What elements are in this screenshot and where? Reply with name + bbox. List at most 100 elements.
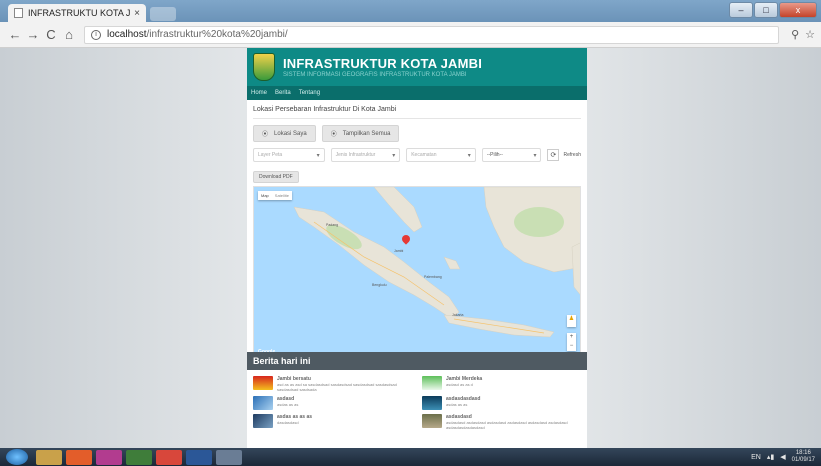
- explorer-icon[interactable]: [36, 449, 62, 465]
- url-field[interactable]: i localhost/infrastruktur%20kota%20jambi…: [84, 25, 780, 44]
- tab-title: INFRASTRUKTU KOTA JA: [28, 8, 131, 18]
- browser-tab-strip: INFRASTRUKTU KOTA JA × – □ x: [0, 0, 821, 22]
- minimize-button[interactable]: –: [729, 2, 753, 18]
- map-label-jambi: Jambi: [394, 249, 404, 253]
- language-indicator[interactable]: EN: [751, 454, 761, 461]
- news-item[interactable]: asdas as as as dasdasdasd: [253, 414, 412, 430]
- layer-select[interactable]: Layer Peta ▾: [253, 148, 325, 162]
- map-label-jakarta: Jakarta: [452, 313, 464, 317]
- nav-tentang[interactable]: Tentang: [299, 90, 320, 96]
- map-land: [293, 187, 580, 338]
- chevron-down-icon: ▾: [533, 152, 537, 159]
- map-label-palembang: Palembang: [424, 275, 442, 279]
- jenis-select[interactable]: Jenis Infrastruktur ▾: [330, 148, 401, 162]
- tampilkan-semua-button[interactable]: ⦿ Tampilkan Semua: [321, 125, 400, 142]
- pilih-select[interactable]: --Pilih-- ▾: [481, 148, 542, 162]
- window-controls: – □ x: [729, 2, 817, 18]
- news-item[interactable]: Jambi bersatu asd as as asd sa sasdasdsad…: [253, 376, 412, 392]
- news-text: dasdasdasd: [277, 420, 299, 425]
- info-icon[interactable]: i: [91, 29, 101, 40]
- news-text: asdasdasd asdasdasd asdasdasd asdasdasd …: [446, 420, 568, 430]
- site-header: INFRASTRUKTUR KOTA JAMBI SISTEM INFORMAS…: [247, 48, 587, 86]
- city-emblem-logo: [253, 53, 275, 81]
- pilih-select-value: --Pilih--: [486, 152, 503, 158]
- map-section: Lokasi Persebaran Infrastruktur Di Kota …: [247, 100, 587, 364]
- site-container: INFRASTRUKTUR KOTA JAMBI SISTEM INFORMAS…: [247, 48, 587, 448]
- list-icon: ⦿: [330, 132, 337, 138]
- site-title: INFRASTRUKTUR KOTA JAMBI: [283, 56, 483, 71]
- refresh-icon: ⟳: [547, 149, 560, 161]
- chrome-icon[interactable]: [156, 449, 182, 465]
- maximize-button[interactable]: □: [754, 2, 778, 18]
- lokasi-saya-label: Lokasi Saya: [274, 130, 307, 137]
- back-icon[interactable]: ←: [6, 27, 24, 42]
- clock-time: 18:16: [795, 450, 811, 456]
- news-thumbnail: [253, 396, 273, 410]
- kecamatan-select-value: Kecamatan: [411, 152, 437, 158]
- paint-icon[interactable]: [126, 449, 152, 465]
- news-item[interactable]: asdasdasd asdasdasd asdasdasd asdasdasd a…: [422, 414, 581, 430]
- bookmark-star-icon[interactable]: ☆: [805, 28, 815, 41]
- volume-icon[interactable]: ◀: [780, 453, 785, 461]
- xampp-icon[interactable]: [66, 449, 92, 465]
- tampilkan-semua-label: Tampilkan Semua: [342, 130, 391, 137]
- close-window-button[interactable]: x: [779, 2, 817, 18]
- map-type-map-button[interactable]: Map: [258, 191, 272, 200]
- location-icon: ⦿: [262, 132, 269, 138]
- chevron-down-icon: ▾: [392, 152, 396, 159]
- section-title: Lokasi Persebaran Infrastruktur Di Kota …: [253, 106, 581, 119]
- close-tab-icon[interactable]: ×: [134, 8, 140, 19]
- chevron-down-icon: ▾: [316, 152, 320, 159]
- page-viewport: INFRASTRUKTUR KOTA JAMBI SISTEM INFORMAS…: [0, 48, 821, 448]
- zoom-control: + −: [567, 333, 576, 351]
- home-icon[interactable]: ⌂: [60, 27, 78, 42]
- download-pdf-button[interactable]: Download PDF: [253, 171, 299, 183]
- clock-date: 01/09/17: [791, 457, 815, 463]
- news-text: asdasd as as d: [446, 382, 473, 387]
- page-icon: [14, 8, 23, 18]
- google-map[interactable]: Map Satellite Padang Jambi Palembang Ben…: [253, 186, 581, 358]
- kecamatan-select[interactable]: Kecamatan ▾: [406, 148, 476, 162]
- start-button[interactable]: [6, 449, 28, 465]
- system-tray: EN ▴▮ ◀ 18:16 01/09/17: [751, 450, 815, 464]
- clock[interactable]: 18:16 01/09/17: [792, 450, 815, 464]
- url-path: /infrastruktur%20kota%20jambi/: [146, 29, 288, 40]
- browser-tab[interactable]: INFRASTRUKTU KOTA JA ×: [8, 4, 146, 22]
- site-subtitle: SISTEM INFORMASI GEOGRAFIS INFRASTRUKTUR…: [283, 72, 467, 78]
- forward-icon[interactable]: →: [24, 27, 42, 42]
- signal-icon[interactable]: ▴▮: [767, 453, 774, 461]
- app-icon[interactable]: [216, 449, 242, 465]
- news-thumbnail: [253, 414, 273, 428]
- zoom-out-button[interactable]: −: [567, 342, 576, 351]
- news-item[interactable]: asdasd asdas as as: [253, 396, 412, 410]
- news-heading: Berita hari ini: [247, 352, 587, 370]
- media-icon[interactable]: [96, 449, 122, 465]
- reload-icon[interactable]: C: [42, 27, 60, 42]
- word-icon[interactable]: [186, 449, 212, 465]
- refresh-label: Refresh: [563, 152, 581, 158]
- pegman-icon[interactable]: ♟: [567, 315, 576, 327]
- news-grid: Jambi bersatu asd as as asd sa sasdasdsad…: [247, 370, 587, 440]
- refresh-button[interactable]: ⟳ Refresh: [547, 149, 581, 161]
- chevron-down-icon: ▾: [467, 152, 471, 159]
- zoom-in-button[interactable]: +: [567, 333, 576, 342]
- url-host: localhost: [107, 29, 147, 40]
- news-thumbnail: [422, 376, 442, 390]
- new-tab-button[interactable]: [150, 7, 176, 21]
- map-label-padang: Padang: [326, 223, 339, 227]
- windows-taskbar: EN ▴▮ ◀ 18:16 01/09/17: [0, 448, 821, 466]
- news-thumbnail: [253, 376, 273, 390]
- news-thumbnail: [422, 396, 442, 410]
- address-bar: ← → C ⌂ i localhost/infrastruktur%20kota…: [0, 22, 821, 48]
- main-nav: Home Berita Tentang: [247, 86, 587, 100]
- jenis-select-value: Jenis Infrastruktur: [335, 152, 376, 158]
- news-item[interactable]: Jambi Merdeka asdasd as as d: [422, 376, 581, 392]
- news-text: asdas as as: [277, 402, 299, 407]
- map-type-satellite-button[interactable]: Satellite: [272, 191, 292, 200]
- news-text: asd as as asd sa sasdasdsad sasdasdsad s…: [277, 382, 397, 392]
- nav-home[interactable]: Home: [251, 90, 267, 96]
- lokasi-saya-button[interactable]: ⦿ Lokasi Saya: [253, 125, 316, 142]
- zoom-icon[interactable]: ⚲: [791, 28, 799, 41]
- nav-berita[interactable]: Berita: [275, 90, 291, 96]
- news-item[interactable]: asdasdasdasd asdas as as: [422, 396, 581, 410]
